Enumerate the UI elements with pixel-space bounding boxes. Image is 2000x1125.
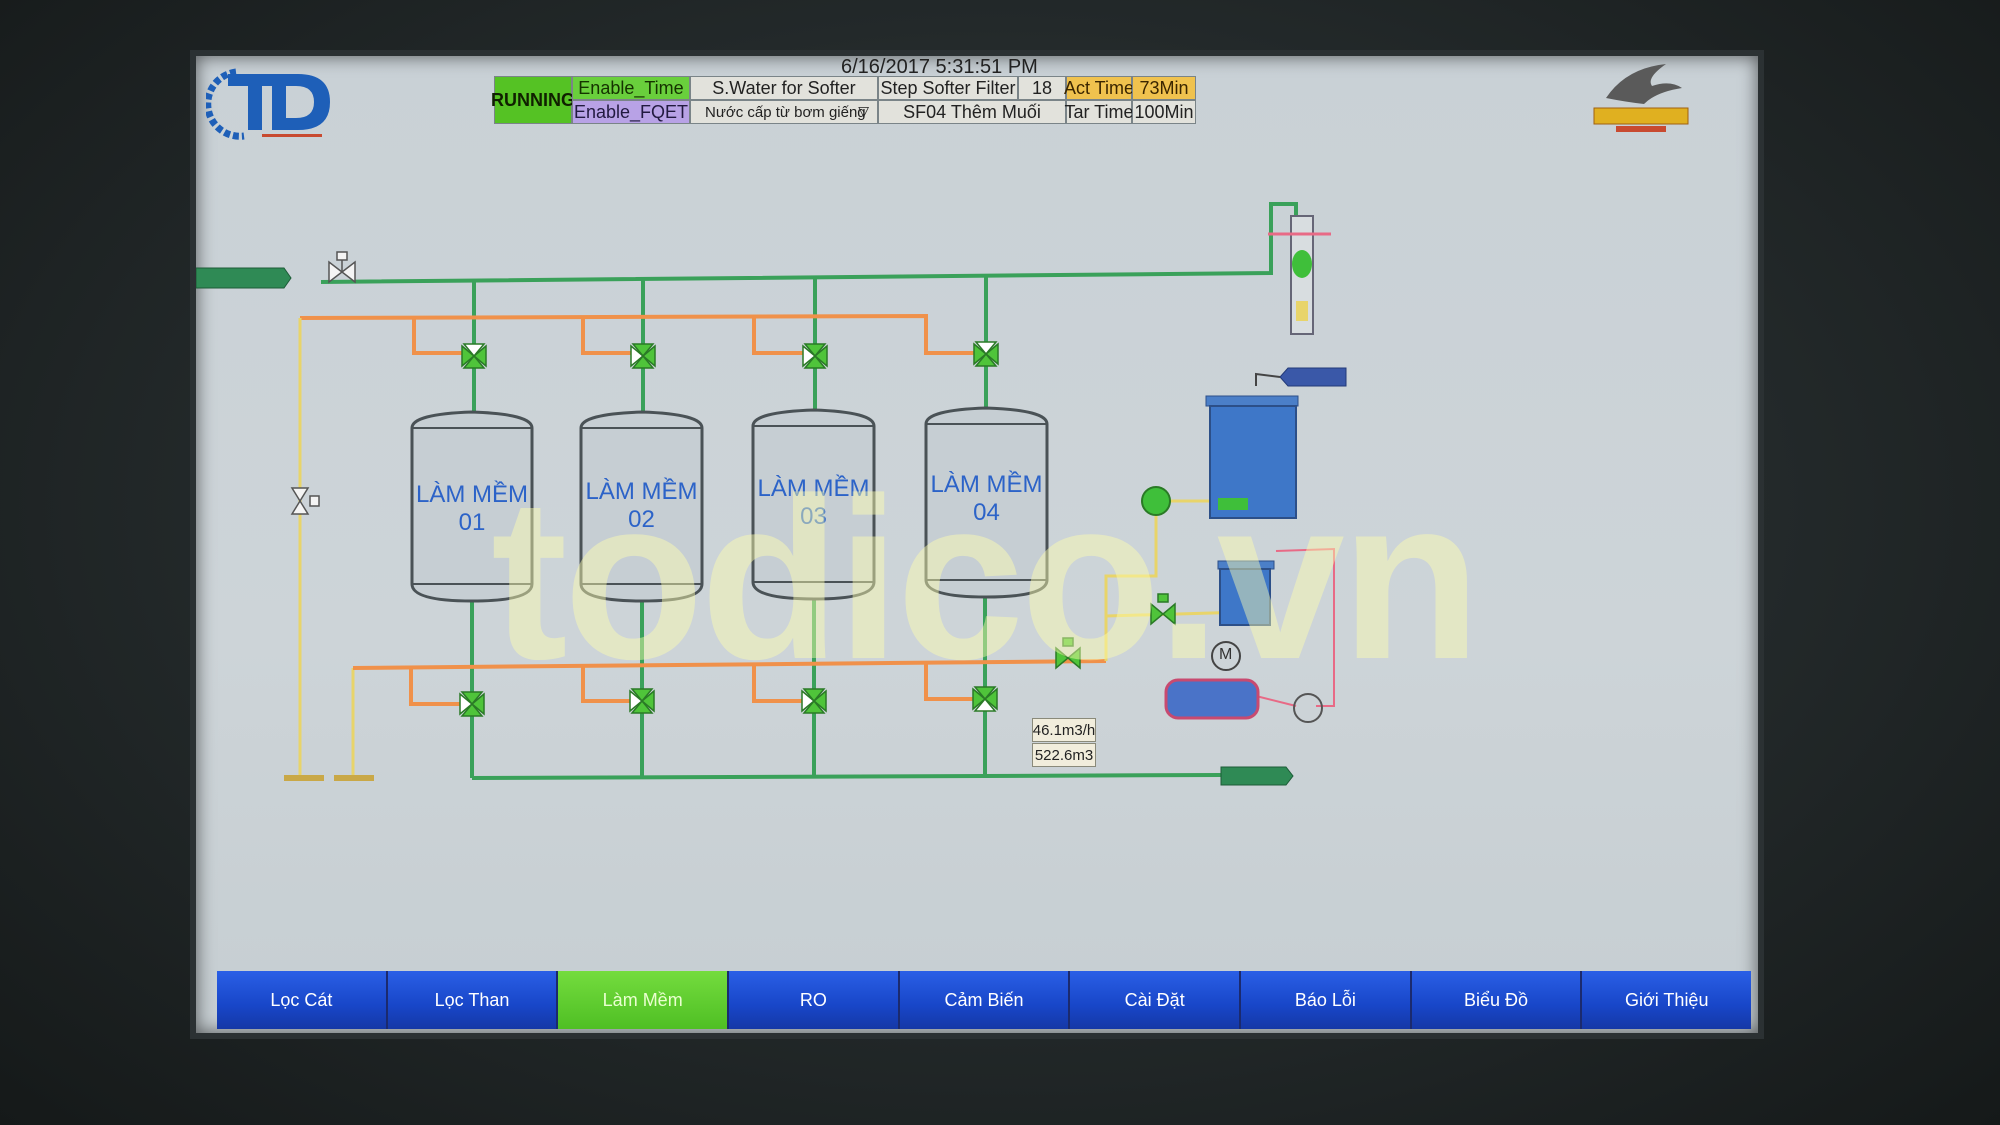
recirc-pipe xyxy=(1275,547,1335,707)
td-logo xyxy=(206,68,330,140)
nav-ro[interactable]: RO xyxy=(729,971,900,1029)
tank-1-label: LÀM MỀM 01 xyxy=(412,481,532,537)
tank-2-label: LÀM MỀM 02 xyxy=(581,478,702,534)
salt-tank xyxy=(1217,560,1275,626)
tank-3-number: 03 xyxy=(800,503,827,530)
tank-1-name: LÀM MỀM xyxy=(415,481,528,508)
recirc-pump xyxy=(1293,693,1323,723)
tank-4-label: LÀM MỀM 04 xyxy=(926,471,1047,527)
process-diagram xyxy=(196,202,1347,786)
nav-loc-than[interactable]: Lọc Than xyxy=(387,971,559,1029)
nav-lam-mem[interactable]: Làm Mềm xyxy=(558,971,730,1029)
tar-time-label: Tar Time xyxy=(1065,100,1134,124)
tank-1-number: 01 xyxy=(458,509,486,536)
enable-time-button[interactable]: Enable_Time xyxy=(572,76,690,100)
tank-4-number: 04 xyxy=(973,499,1000,526)
source-select[interactable]: Nước cấp từ bơm giếng ▽ xyxy=(690,100,878,124)
tar-time-value: 100Min xyxy=(1132,100,1196,124)
mode-display: S.Water for Softer xyxy=(690,76,878,100)
tank-2-number: 02 xyxy=(628,506,655,533)
bottom-nav: Lọc Cát Lọc Than Làm Mềm RO Cảm Biến Cài… xyxy=(217,971,1752,1029)
valve-bottom-1[interactable] xyxy=(459,691,485,717)
nav-gioi-thieu[interactable]: Giới Thiệu xyxy=(1582,971,1752,1029)
valve-bottom-4[interactable] xyxy=(972,686,998,712)
valve-bottom-3[interactable] xyxy=(801,688,827,714)
tank-3-name: LÀM MỀM xyxy=(757,475,870,502)
nav-cai-dat[interactable]: Cài Đặt xyxy=(1070,971,1242,1029)
hmi-screen: 6/16/2017 5:31:51 PM RUNNING Enable_Time… xyxy=(196,56,1758,1033)
inlet-pipe xyxy=(320,202,1298,284)
vida-logo xyxy=(1593,64,1689,132)
valve-top-1[interactable] xyxy=(461,343,487,369)
chevron-down-icon: ▽ xyxy=(858,103,869,119)
valve-brine-tank[interactable] xyxy=(1150,593,1176,626)
step-label: Step Softer Filter xyxy=(878,76,1018,100)
source-select-value: Nước cấp từ bơm giếng xyxy=(705,103,866,121)
nav-loc-cat[interactable]: Lọc Cát xyxy=(217,971,388,1029)
ro-waste-tank xyxy=(1205,395,1299,519)
tank-2-name: LÀM MỀM xyxy=(585,478,698,505)
valve-top-4[interactable] xyxy=(973,341,999,367)
level-sensor xyxy=(1268,215,1331,335)
motor-label: M xyxy=(1219,646,1233,663)
brine-pump xyxy=(1141,486,1171,516)
nav-cam-bien[interactable]: Cảm Biến xyxy=(899,971,1071,1029)
valve-inlet-manual[interactable] xyxy=(328,251,356,284)
act-time-value: 73Min xyxy=(1132,76,1196,100)
valve-bypass-manual[interactable] xyxy=(290,487,320,515)
brine-feed-pipe xyxy=(1104,499,1196,661)
flow-rate-readout: 46.1m3/h xyxy=(1032,718,1096,742)
outlet-pipe xyxy=(471,773,1222,780)
ro-water-tag xyxy=(1279,367,1347,387)
enable-fqet-button[interactable]: Enable_FQET xyxy=(572,100,690,124)
mixing-tank xyxy=(1164,678,1260,720)
tank-4-name: LÀM MỀM xyxy=(930,471,1043,498)
nav-bao-loi[interactable]: Báo Lỗi xyxy=(1241,971,1412,1029)
step-name: SF04 Thêm Muối xyxy=(878,100,1066,124)
status-running: RUNNING xyxy=(491,76,575,124)
brine-pipe xyxy=(352,659,1107,670)
nav-bieu-do[interactable]: Biểu Đồ xyxy=(1411,971,1583,1029)
inlet-tag xyxy=(196,267,292,289)
flow-total-readout: 522.6m3 xyxy=(1032,743,1096,767)
act-time-label: Act Time xyxy=(1064,76,1134,100)
valve-top-2[interactable] xyxy=(630,343,656,369)
valve-top-3[interactable] xyxy=(802,343,828,369)
step-value: 18 xyxy=(1018,76,1066,100)
valve-brine[interactable] xyxy=(1055,637,1081,670)
valve-bottom-2[interactable] xyxy=(629,688,655,714)
outlet-tag xyxy=(1220,766,1294,786)
tank-3-label: LÀM MỀM 03 xyxy=(753,475,874,531)
